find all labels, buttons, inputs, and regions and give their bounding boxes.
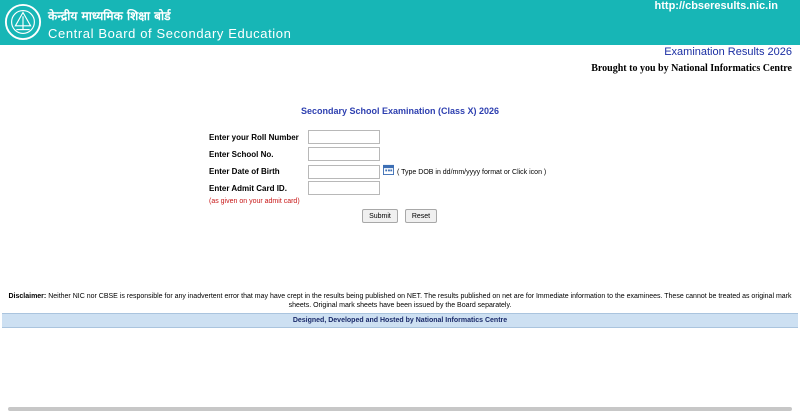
hindi-title: केन्द्रीय माध्यमिक शिक्षा बोर्ड [48,9,171,23]
roll-number-label: Enter your Roll Number [209,133,299,142]
admit-card-label: Enter Admit Card ID. [209,184,287,193]
admit-card-input[interactable] [308,181,380,195]
disclaimer: Disclaimer: Neither NIC nor CBSE is resp… [6,292,794,310]
disclaimer-text: Neither NIC nor CBSE is responsible for … [46,293,792,309]
admit-card-note: (as given on your admit card) [209,198,300,205]
disclaimer-heading: Disclaimer: [8,293,47,300]
dob-hint: ( Type DOB in dd/mm/yyyy format or Click… [397,169,547,176]
cbse-logo-icon [4,3,42,41]
exam-results-title: Examination Results 2026 [664,46,792,58]
calendar-icon[interactable] [383,164,394,175]
site-url[interactable]: http://cbseresults.nic.in [655,0,778,12]
school-no-label: Enter School No. [209,150,274,159]
submit-button[interactable]: Submit [362,209,398,223]
reset-button[interactable]: Reset [405,209,437,223]
site-header: केन्द्रीय माध्यमिक शिक्षा बोर्ड Central … [0,0,800,45]
dob-input[interactable] [308,165,380,179]
exam-title: Secondary School Examination (Class X) 2… [300,106,500,116]
school-no-input[interactable] [308,147,380,161]
horizontal-scrollbar[interactable] [8,407,792,411]
footer-credit: Designed, Developed and Hosted by Nation… [2,313,798,328]
dob-label: Enter Date of Birth [209,167,280,176]
brought-by-text: Brought to you by National Informatics C… [591,63,792,74]
roll-number-input[interactable] [308,130,380,144]
english-title: Central Board of Secondary Education [48,26,292,41]
